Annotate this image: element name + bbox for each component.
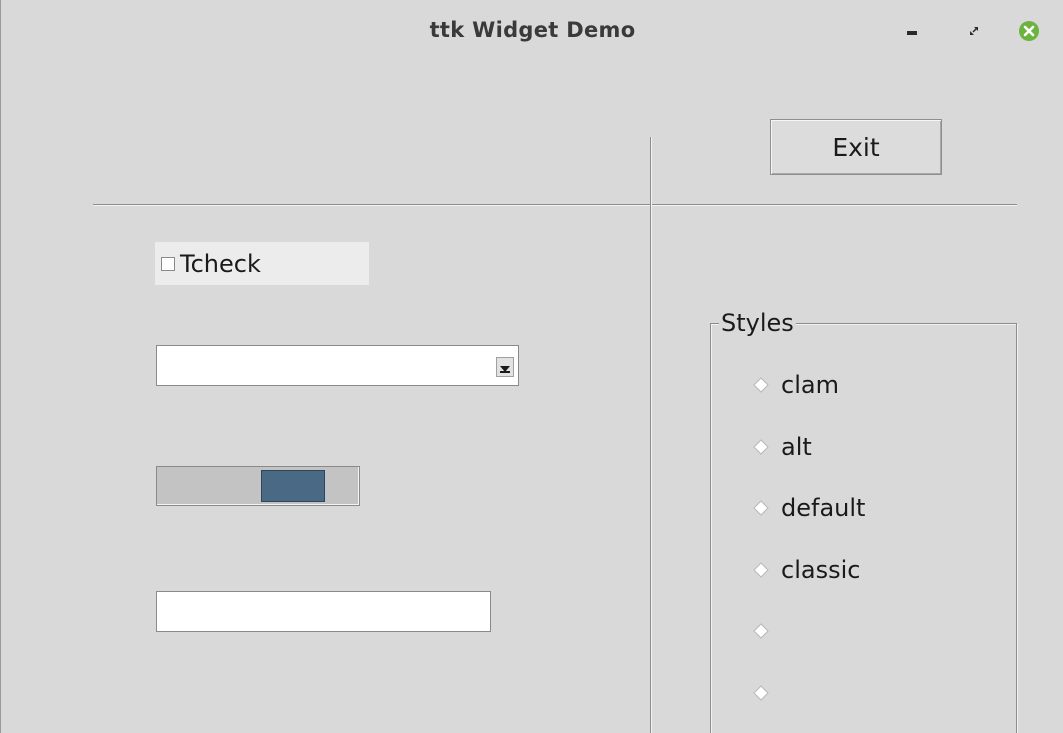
horizontal-separator	[93, 204, 1017, 206]
maximize-icon	[970, 27, 978, 35]
radio-label: classic	[781, 556, 861, 584]
radio-classic[interactable]: classic	[753, 553, 860, 587]
radio-label: clam	[781, 371, 839, 399]
close-button[interactable]	[1016, 18, 1042, 44]
radio-unlabeled-2[interactable]	[753, 676, 781, 710]
scale-slider[interactable]	[156, 466, 360, 506]
minimize-icon	[907, 27, 917, 35]
radio-diamond-icon[interactable]	[753, 500, 769, 516]
close-icon	[1019, 21, 1039, 41]
exit-button[interactable]: Exit	[770, 119, 942, 175]
radio-diamond-icon[interactable]	[753, 623, 769, 639]
minimize-button[interactable]	[899, 18, 925, 44]
vertical-separator	[650, 137, 652, 733]
radio-unlabeled-1[interactable]	[753, 614, 781, 648]
radio-default[interactable]: default	[753, 491, 865, 525]
radio-diamond-icon[interactable]	[753, 562, 769, 578]
radio-alt[interactable]: alt	[753, 430, 812, 464]
radio-label: default	[781, 494, 866, 522]
combobox-dropdown-button[interactable]	[496, 357, 514, 377]
radio-diamond-icon[interactable]	[753, 377, 769, 393]
tcheck-label: Tcheck	[180, 249, 261, 278]
text-entry[interactable]	[156, 591, 491, 632]
styles-legend: Styles	[719, 308, 796, 338]
title-bar[interactable]: ttk Widget Demo	[1, 0, 1063, 66]
slider-thumb[interactable]	[261, 470, 325, 502]
maximize-button[interactable]	[961, 18, 987, 44]
tcheck-checkbutton[interactable]: Tcheck	[155, 242, 369, 285]
app-window: ttk Widget Demo Exit Tcheck Styles clam …	[0, 0, 1063, 733]
radio-diamond-icon[interactable]	[753, 439, 769, 455]
radio-label: alt	[781, 433, 812, 461]
combobox[interactable]	[156, 345, 519, 386]
radio-diamond-icon[interactable]	[753, 685, 769, 701]
radio-clam[interactable]: clam	[753, 368, 839, 402]
checkbox-indicator[interactable]	[161, 256, 175, 271]
